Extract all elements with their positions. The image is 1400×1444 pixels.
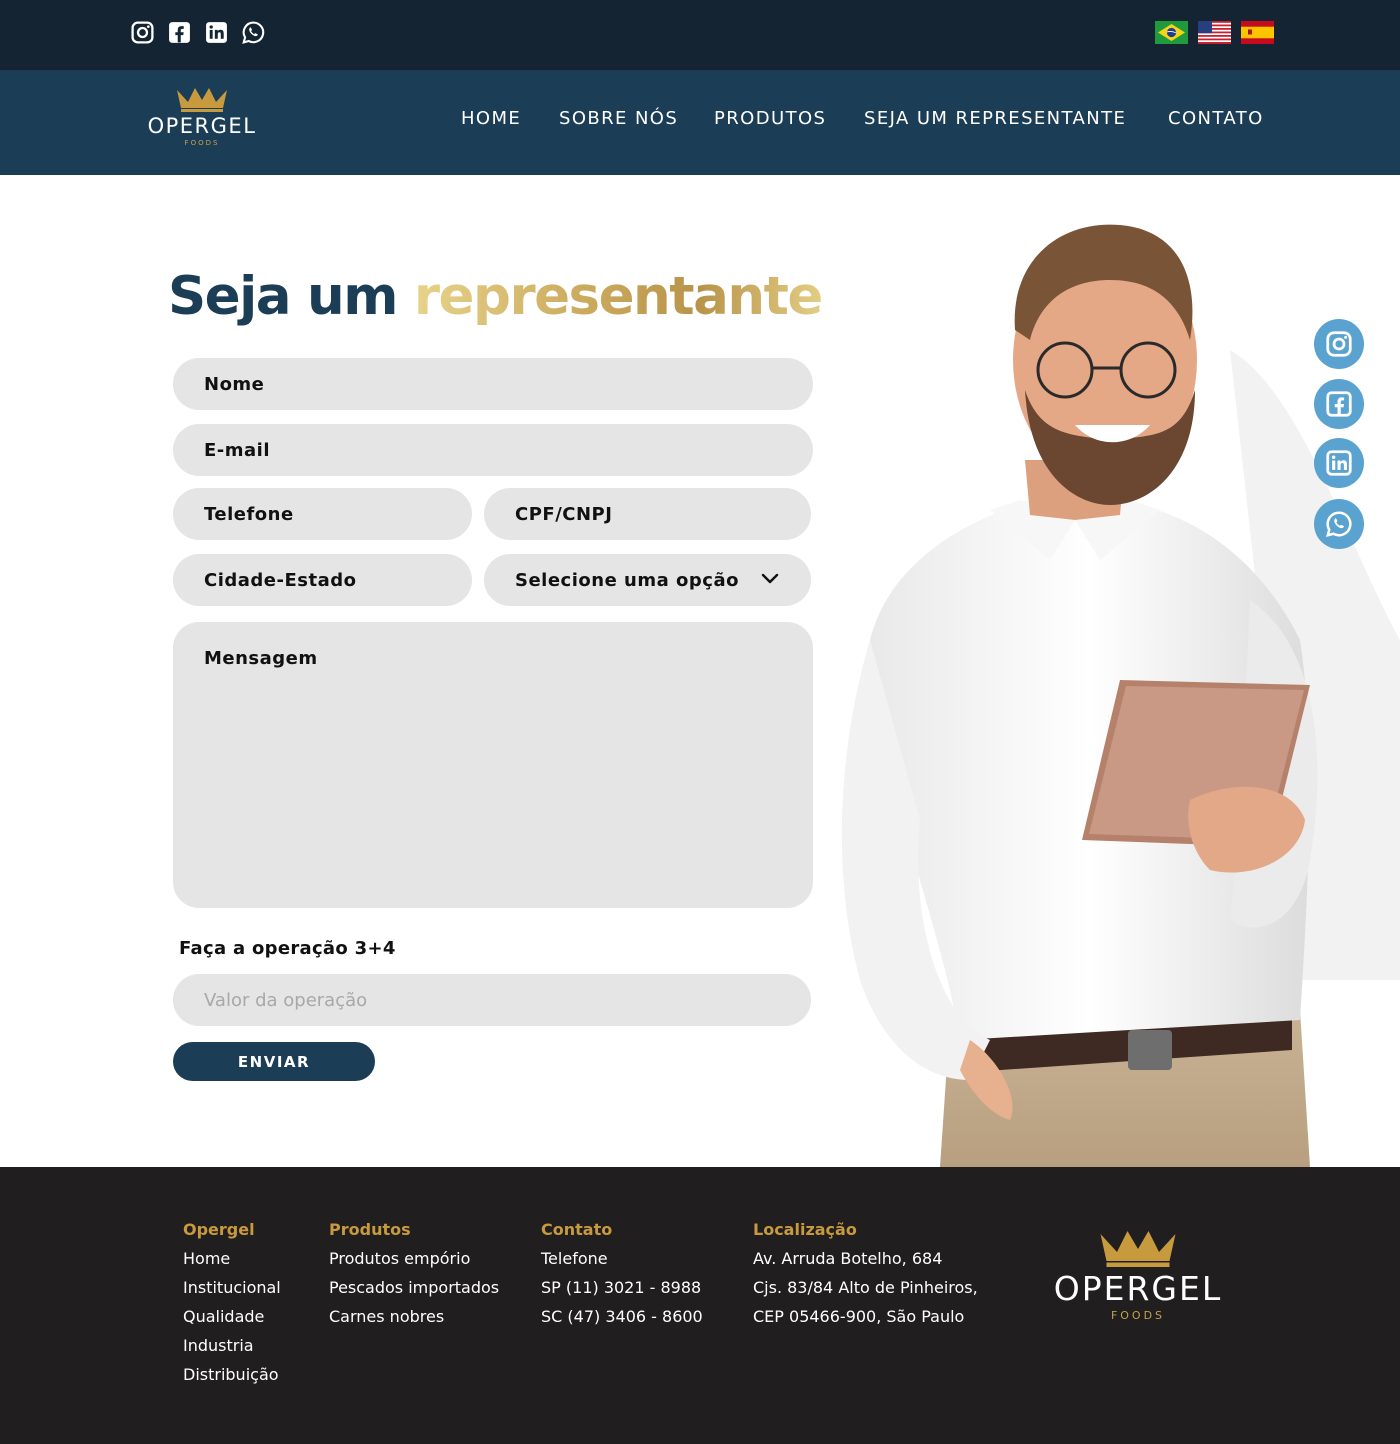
representative-photo (841, 224, 1400, 1167)
footer-col-localizacao: Localização Av. Arruda Botelho, 684 Cjs.… (753, 1220, 978, 1336)
linkedin-icon (1326, 450, 1352, 476)
mensagem-textarea[interactable]: Mensagem (173, 622, 813, 908)
footer-link-pescados[interactable]: Pescados importados (329, 1278, 499, 1307)
captcha-label: Faça a operação 3+4 (179, 938, 396, 959)
captcha-input[interactable]: Valor da operação (173, 974, 811, 1026)
page-title: Seja um representante (168, 266, 823, 327)
email-field[interactable]: E-mail (173, 424, 813, 476)
footer-link-home[interactable]: Home (183, 1249, 281, 1278)
captcha-placeholder: Valor da operação (204, 989, 368, 1011)
footer-col-contato: Contato Telefone SP (11) 3021 - 8988 SC … (541, 1220, 703, 1336)
nav-seja-representante[interactable]: SEJA UM REPRESENTANTE (864, 108, 1126, 129)
header-logo[interactable]: OPERGEL FOODS (131, 84, 273, 148)
nav-sobre-nos[interactable]: SOBRE NÓS (559, 108, 678, 129)
float-whatsapp-button[interactable] (1314, 499, 1364, 549)
nav-contato[interactable]: CONTATO (1168, 108, 1264, 129)
usa-flag[interactable] (1198, 21, 1231, 44)
footer-heading: Opergel (183, 1220, 255, 1239)
float-linkedin-button[interactable] (1314, 438, 1364, 488)
logo-brand: OPERGEL (147, 114, 257, 138)
brazil-flag[interactable] (1155, 21, 1188, 44)
nome-field[interactable]: Nome (173, 358, 813, 410)
option-select[interactable]: Selecione uma opção (484, 554, 811, 606)
spain-flag[interactable] (1241, 21, 1274, 44)
telefone-label: Telefone (204, 503, 294, 525)
float-instagram-button[interactable] (1314, 319, 1364, 369)
crown-icon (177, 88, 227, 112)
footer-link-carnes[interactable]: Carnes nobres (329, 1307, 499, 1336)
footer-address-line: CEP 05466-900, São Paulo (753, 1307, 965, 1326)
footer-logo-sub: FOODS (1110, 1309, 1166, 1322)
nav-produtos[interactable]: PRODUTOS (714, 108, 826, 129)
float-facebook-button[interactable] (1314, 379, 1364, 429)
mensagem-label: Mensagem (204, 648, 318, 669)
select-label: Selecione uma opção (515, 569, 739, 591)
title-part-2: representante (413, 266, 823, 327)
facebook-icon (1326, 391, 1352, 417)
linkedin-icon[interactable] (204, 20, 229, 45)
footer-link-qualidade[interactable]: Qualidade (183, 1307, 281, 1336)
whatsapp-icon[interactable] (241, 20, 266, 45)
footer-col-opergel: Opergel Home Institucional Qualidade Ind… (183, 1220, 281, 1394)
footer-heading: Produtos (329, 1220, 411, 1239)
top-bar (0, 0, 1400, 70)
footer-logo: OPERGEL FOODS (1028, 1225, 1248, 1325)
footer-col-produtos: Produtos Produtos empório Pescados impor… (329, 1220, 499, 1336)
top-social-links (130, 20, 266, 45)
chevron-down-icon (761, 573, 779, 584)
nome-label: Nome (204, 373, 265, 395)
title-part-1: Seja um (168, 266, 398, 327)
footer-link-institucional[interactable]: Institucional (183, 1278, 281, 1307)
instagram-icon[interactable] (130, 20, 155, 45)
footer-link-distribuicao[interactable]: Distribuição (183, 1365, 281, 1394)
footer-link-produtos-emporio[interactable]: Produtos empório (329, 1249, 499, 1278)
footer-heading: Contato (541, 1220, 613, 1239)
whatsapp-icon (1325, 511, 1352, 538)
footer-address-line: Av. Arruda Botelho, 684 (753, 1249, 943, 1268)
enviar-button[interactable]: ENVIAR (173, 1042, 375, 1081)
footer-phone-sp[interactable]: SP (11) 3021 - 8988 (541, 1278, 703, 1307)
footer-text: Telefone (541, 1249, 608, 1268)
footer-address-line: Cjs. 83/84 Alto de Pinheiros, (753, 1278, 978, 1297)
facebook-icon[interactable] (167, 20, 192, 45)
nav-home[interactable]: HOME (461, 108, 521, 129)
language-flags (1155, 21, 1274, 44)
footer-phone-sc[interactable]: SC (47) 3406 - 8600 (541, 1307, 703, 1336)
cpf-cnpj-field[interactable]: CPF/CNPJ (484, 488, 811, 540)
crown-icon (1100, 1231, 1176, 1267)
logo-sub: FOODS (184, 139, 220, 147)
footer-logo-brand: OPERGEL (1053, 1269, 1223, 1308)
footer-heading: Localização (753, 1220, 857, 1239)
cidade-estado-field[interactable]: Cidade-Estado (173, 554, 472, 606)
cidade-label: Cidade-Estado (204, 569, 357, 591)
telefone-field[interactable]: Telefone (173, 488, 472, 540)
footer-link-industria[interactable]: Industria (183, 1336, 281, 1365)
cpf-label: CPF/CNPJ (515, 503, 613, 525)
email-label: E-mail (204, 439, 271, 461)
instagram-icon (1326, 331, 1352, 357)
